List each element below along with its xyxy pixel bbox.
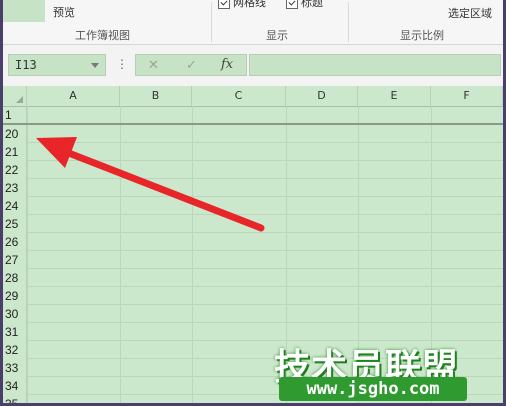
watermark-url-badge: www.jsgho.com	[279, 377, 467, 401]
spreadsheet-window: 预览 工作簿视图 网格线 标题 显示 选定区域 显示比例 I13 ⋮ ✕ ✓ f…	[3, 0, 503, 403]
watermark-url: www.jsgho.com	[306, 379, 440, 399]
